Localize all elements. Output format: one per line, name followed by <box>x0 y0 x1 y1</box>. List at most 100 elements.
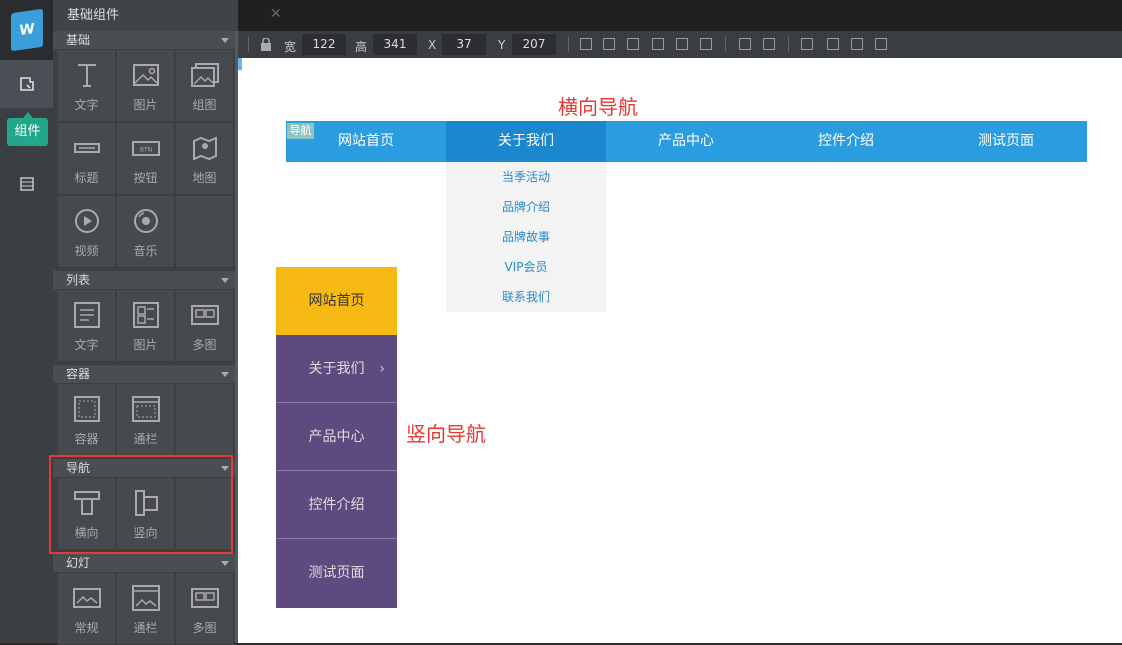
hnav-dropdown: 当季活动 品牌介绍 品牌故事 VIP会员 联系我们 <box>446 162 606 312</box>
vnav-item-test[interactable]: 测试页面 <box>276 539 397 608</box>
distribute-vertical-icon[interactable] <box>763 38 775 50</box>
film-icon <box>19 177 34 191</box>
hnav-item-about[interactable]: 关于我们 <box>446 121 606 162</box>
bring-front-icon[interactable] <box>801 38 813 50</box>
list-text-icon <box>73 302 100 328</box>
tile-button[interactable]: BTN 按钮 <box>117 123 175 195</box>
section-title: 幻灯 <box>66 556 91 570</box>
toolbar-divider <box>568 37 569 52</box>
section-title: 列表 <box>66 273 91 287</box>
tile-map[interactable]: 地图 <box>176 123 234 195</box>
chevron-right-icon: › <box>379 361 385 377</box>
left-rail: W 组件 <box>0 0 53 643</box>
tile-label: 图片 <box>133 338 158 352</box>
height-input[interactable]: 341 <box>373 34 417 55</box>
lock-icon[interactable] <box>260 38 272 51</box>
map-pin-icon <box>192 136 217 161</box>
app-logo[interactable]: W <box>0 0 53 60</box>
tile-heading[interactable]: 标题 <box>58 123 116 195</box>
vnav-item-about[interactable]: 关于我们 › <box>276 335 397 403</box>
vnav-item-label: 网站首页 <box>308 293 365 309</box>
tile-list-text[interactable]: 文字 <box>58 290 116 362</box>
align-top-icon[interactable] <box>652 38 664 50</box>
button-icon: BTN <box>131 141 160 156</box>
vnav-item-label: 关于我们 <box>308 361 365 377</box>
vnav-item-home[interactable]: 网站首页 <box>276 267 397 335</box>
section-title: 容器 <box>66 367 91 381</box>
close-icon[interactable]: ✕ <box>270 6 282 22</box>
design-canvas[interactable]: 横向导航 导航 网站首页 关于我们 产品中心 控件介绍 测试页面 当季活动 品牌… <box>238 58 1122 643</box>
tile-music[interactable]: 音乐 <box>117 196 175 268</box>
collapse-caret-icon <box>221 561 229 566</box>
properties-toolbar: 宽 122 高 341 X 37 Y 207 <box>238 31 1122 58</box>
align-center-icon[interactable] <box>603 38 615 50</box>
vnav-item-label: 控件介绍 <box>308 497 365 513</box>
x-label: X <box>428 38 437 52</box>
gallery-icon <box>190 63 219 87</box>
tile-label: 文字 <box>74 98 99 112</box>
y-input[interactable]: 207 <box>512 34 556 55</box>
tile-label: 标题 <box>74 171 99 185</box>
horizontal-nav[interactable]: 导航 网站首页 关于我们 产品中心 控件介绍 测试页面 <box>286 121 1087 162</box>
dropdown-item[interactable]: 品牌介绍 <box>446 192 606 222</box>
section-container-header[interactable]: 容器 <box>53 365 238 383</box>
tile-video[interactable]: 视频 <box>58 196 116 268</box>
x-input[interactable]: 37 <box>442 34 486 55</box>
tile-list-multi[interactable]: 多图 <box>176 290 234 362</box>
dropdown-item[interactable]: VIP会员 <box>446 252 606 282</box>
heading-icon <box>73 143 100 153</box>
logo-mark-icon: W <box>11 8 43 52</box>
align-left-icon[interactable] <box>580 38 592 50</box>
vertical-nav[interactable]: 网站首页 关于我们 › 产品中心 控件介绍 测试页面 <box>276 267 397 608</box>
vnav-item-products[interactable]: 产品中心 <box>276 403 397 471</box>
svg-text:BTN: BTN <box>139 147 151 154</box>
dropdown-item[interactable]: 品牌故事 <box>446 222 606 252</box>
collapse-caret-icon <box>221 372 229 377</box>
distribute-horizontal-icon[interactable] <box>739 38 751 50</box>
tile-label: 常规 <box>74 621 99 635</box>
align-bottom-icon[interactable] <box>700 38 712 50</box>
tile-banner[interactable]: 通栏 <box>117 384 175 456</box>
collapse-caret-icon <box>221 38 229 43</box>
tile-label: 按钮 <box>133 171 158 185</box>
send-backward-icon[interactable] <box>851 38 863 50</box>
top-bar <box>238 0 1122 31</box>
vnav-item-controls[interactable]: 控件介绍 <box>276 471 397 539</box>
tile-slide-normal[interactable]: 常规 <box>58 573 116 645</box>
tile-empty <box>176 384 234 456</box>
text-icon <box>77 64 96 87</box>
send-back-icon[interactable] <box>875 38 887 50</box>
tile-slide-banner[interactable]: 通栏 <box>117 573 175 645</box>
tile-text[interactable]: 文字 <box>58 50 116 122</box>
dropdown-item[interactable]: 联系我们 <box>446 282 606 312</box>
tile-image[interactable]: 图片 <box>117 50 175 122</box>
rail-components-button[interactable] <box>0 60 53 108</box>
section-slides-header[interactable]: 幻灯 <box>53 554 238 572</box>
banner-icon <box>131 396 160 422</box>
hnav-item-home[interactable]: 网站首页 <box>286 121 446 162</box>
hnav-item-test[interactable]: 测试页面 <box>926 121 1086 162</box>
align-middle-icon[interactable] <box>676 38 688 50</box>
toolbar-divider <box>788 37 789 52</box>
horizontal-nav-annotation: 横向导航 <box>558 95 638 119</box>
hnav-item-products[interactable]: 产品中心 <box>606 121 766 162</box>
tile-slide-multi[interactable]: 多图 <box>176 573 234 645</box>
rail-media-button[interactable] <box>0 160 53 208</box>
tile-container[interactable]: 容器 <box>58 384 116 456</box>
bring-forward-icon[interactable] <box>827 38 839 50</box>
section-list-header[interactable]: 列表 <box>53 271 238 289</box>
tile-label: 容器 <box>74 432 99 446</box>
dropdown-item[interactable]: 当季活动 <box>446 162 606 192</box>
tile-gallery[interactable]: 组图 <box>176 50 234 122</box>
tile-label: 文字 <box>74 338 99 352</box>
width-input[interactable]: 122 <box>302 34 346 55</box>
align-right-icon[interactable] <box>627 38 639 50</box>
hnav-item-controls[interactable]: 控件介绍 <box>766 121 926 162</box>
panel-title: 基础组件 <box>53 0 238 31</box>
tile-list-image[interactable]: 图片 <box>117 290 175 362</box>
nav-section-highlight-box <box>49 455 233 554</box>
toolbar-divider <box>248 37 249 52</box>
slide-multi-icon <box>190 588 219 608</box>
tile-label: 多图 <box>192 621 217 635</box>
section-basic-header[interactable]: 基础 <box>53 31 238 49</box>
